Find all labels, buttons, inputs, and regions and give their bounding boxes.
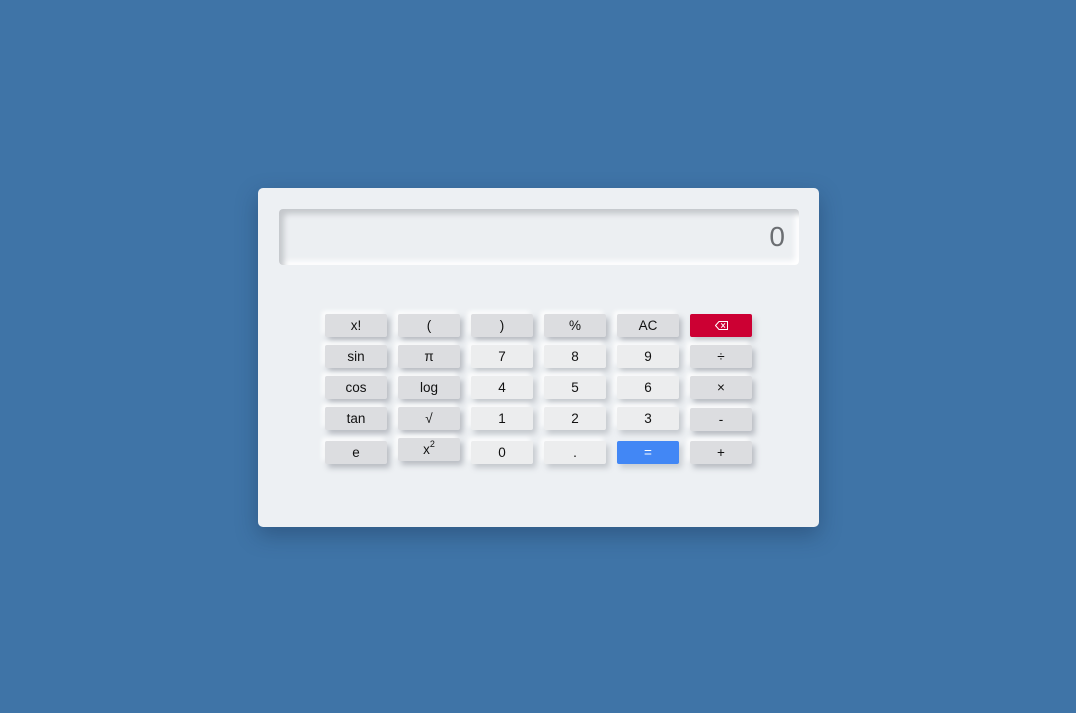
calculator-display: 0: [279, 209, 799, 265]
three-button[interactable]: 3: [617, 407, 679, 430]
square-exponent: 2: [429, 439, 435, 449]
five-button[interactable]: 5: [544, 376, 606, 399]
square-base: x: [423, 442, 430, 457]
multiply-button[interactable]: ×: [690, 376, 752, 399]
tan-button[interactable]: tan: [325, 407, 387, 430]
percent-button[interactable]: %: [544, 314, 606, 337]
sqrt-button[interactable]: √: [398, 407, 460, 430]
clear-button[interactable]: AC: [617, 314, 679, 337]
backspace-icon: [714, 320, 728, 330]
open-paren-button[interactable]: (: [398, 314, 460, 337]
e-button[interactable]: e: [325, 441, 387, 464]
cos-button[interactable]: cos: [325, 376, 387, 399]
one-button[interactable]: 1: [471, 407, 533, 430]
two-button[interactable]: 2: [544, 407, 606, 430]
minus-button[interactable]: -: [690, 408, 752, 431]
calculator-panel: 0 x! ( ) % AC sin π 7 8 9 ÷ cos log 4 5 …: [258, 188, 819, 527]
eight-button[interactable]: 8: [544, 345, 606, 368]
nine-button[interactable]: 9: [617, 345, 679, 368]
plus-button[interactable]: +: [690, 441, 752, 464]
decimal-button[interactable]: .: [544, 441, 606, 464]
factorial-button[interactable]: x!: [325, 314, 387, 337]
seven-button[interactable]: 7: [471, 345, 533, 368]
divide-button[interactable]: ÷: [690, 345, 752, 368]
log-button[interactable]: log: [398, 376, 460, 399]
four-button[interactable]: 4: [471, 376, 533, 399]
square-button[interactable]: x2: [398, 438, 460, 461]
equals-button[interactable]: =: [617, 441, 679, 464]
pi-button[interactable]: π: [398, 345, 460, 368]
close-paren-button[interactable]: ): [471, 314, 533, 337]
sin-button[interactable]: sin: [325, 345, 387, 368]
delete-button[interactable]: [690, 314, 752, 337]
zero-button[interactable]: 0: [471, 441, 533, 464]
six-button[interactable]: 6: [617, 376, 679, 399]
